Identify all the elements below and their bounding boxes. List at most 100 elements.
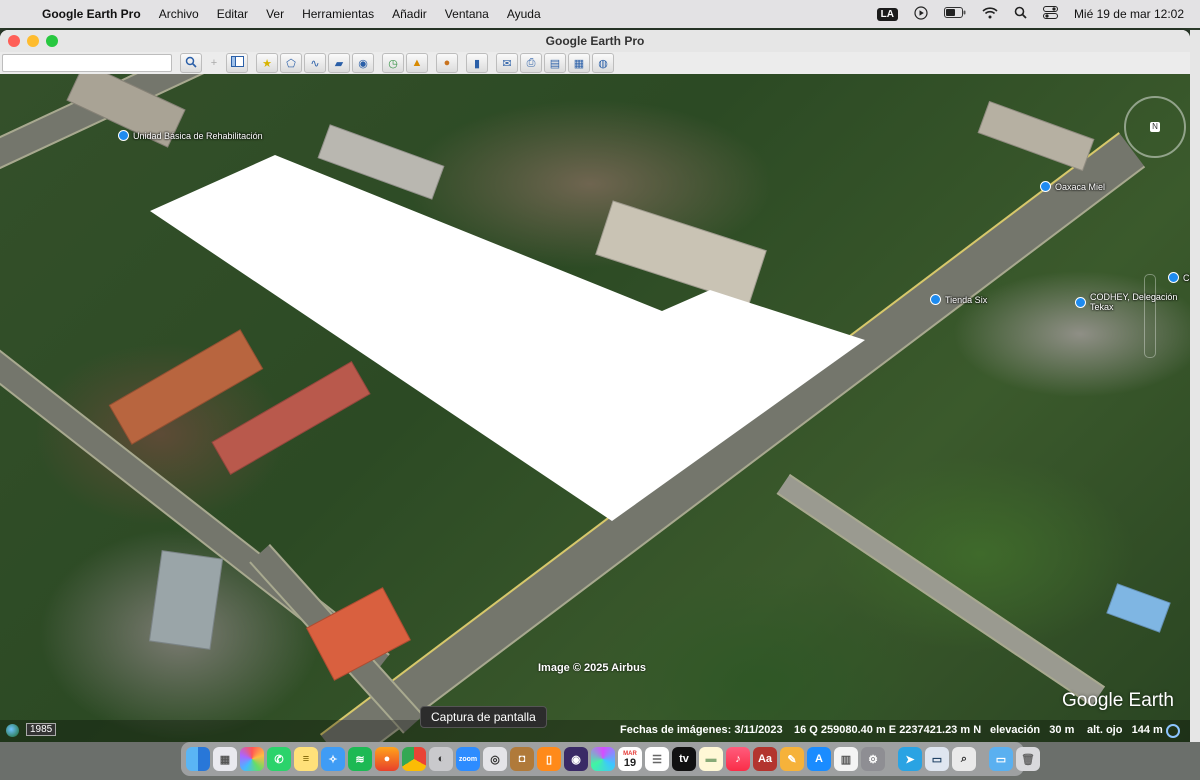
- siri-icon[interactable]: [591, 747, 615, 771]
- photos-icon[interactable]: [240, 747, 264, 771]
- wifi-icon[interactable]: [982, 6, 998, 22]
- parcel-shape: [150, 155, 865, 521]
- play-icon[interactable]: [914, 5, 928, 23]
- print-button[interactable]: ⎙: [520, 53, 542, 73]
- whatsapp-icon[interactable]: ✆: [267, 747, 291, 771]
- menu-archivo[interactable]: Archivo: [159, 7, 199, 21]
- elevation-readout: elevación 30 m: [990, 724, 1075, 736]
- notes-alt-icon[interactable]: ▬: [699, 747, 723, 771]
- ruler-button[interactable]: ▮: [466, 53, 488, 73]
- sidebar-toggle-button[interactable]: [226, 53, 248, 73]
- menu-ayuda[interactable]: Ayuda: [507, 7, 541, 21]
- north-icon[interactable]: N: [1150, 122, 1160, 132]
- safari-icon[interactable]: ✧: [321, 747, 345, 771]
- reminders-icon[interactable]: ☰: [645, 747, 669, 771]
- search-button[interactable]: [180, 53, 202, 73]
- historical-globe-icon[interactable]: [6, 724, 19, 737]
- map-icon: ▦: [573, 57, 585, 70]
- toolbar: + ★ ⬠ ∿ ▰ ◉ ◷ ▲ ● ▮ ✉ ⎙ ▤ ▦ ◍: [0, 52, 1190, 75]
- historical-imagery-button[interactable]: ◷: [382, 53, 404, 73]
- sidebar-icon: [230, 56, 244, 70]
- magnifier-icon: [185, 56, 197, 71]
- historical-year-badge[interactable]: 1985: [26, 723, 57, 736]
- path-icon: ∿: [310, 57, 320, 70]
- firefox-icon[interactable]: ●: [375, 747, 399, 771]
- notes-icon[interactable]: ≡: [294, 747, 318, 771]
- switch-to-sky-button[interactable]: ●: [436, 53, 458, 73]
- dictionary-icon[interactable]: Aa: [753, 747, 777, 771]
- menu-herramientas[interactable]: Herramientas: [302, 7, 374, 21]
- add-polygon-button[interactable]: ⬠: [280, 53, 302, 73]
- magnifier-icon[interactable]: ⌕: [952, 747, 976, 771]
- trash-icon[interactable]: 🗑: [1016, 747, 1040, 771]
- spotify-icon[interactable]: ≋: [348, 747, 372, 771]
- settings-icon[interactable]: ⚙: [861, 747, 885, 771]
- save-image-button[interactable]: ▤: [544, 53, 566, 73]
- pin-icon: [1075, 296, 1086, 308]
- menu-anadir[interactable]: Añadir: [392, 7, 427, 21]
- apple-tv-icon[interactable]: tv: [672, 747, 696, 771]
- gallery-icon[interactable]: ▭: [925, 747, 949, 771]
- record-tour-button[interactable]: ◉: [352, 53, 374, 73]
- poi-codhey[interactable]: CODHEY, Delegación Tekax: [1075, 292, 1190, 312]
- placemark-icon: ★: [262, 57, 272, 70]
- add-path-button[interactable]: ∿: [304, 53, 326, 73]
- poi-label: CODHEY, Delegación Tekax: [1090, 292, 1178, 312]
- app-window: Google Earth Pro + ★ ⬠ ∿ ▰ ◉ ◷ ▲ ● ▮ ✉ ⎙…: [0, 30, 1190, 742]
- minimize-window-button[interactable]: [27, 35, 39, 47]
- music-icon[interactable]: ♪: [726, 747, 750, 771]
- apple-menu-icon[interactable]: [14, 6, 28, 22]
- books-icon[interactable]: ▯: [537, 747, 561, 771]
- menu-ventana[interactable]: Ventana: [445, 7, 489, 21]
- sunlight-button[interactable]: ▲: [406, 53, 428, 73]
- add-button[interactable]: +: [204, 54, 224, 72]
- launchpad-icon[interactable]: ▦: [213, 747, 237, 771]
- zoom-window-button[interactable]: [46, 35, 58, 47]
- earth-view[interactable]: Unidad Básica de Rehabilitación Oaxaca M…: [0, 74, 1190, 742]
- poi-tienda-six[interactable]: Tienda Six: [930, 294, 987, 305]
- folder-icon[interactable]: ▭: [989, 747, 1013, 771]
- telegram-icon[interactable]: ➤: [898, 747, 922, 771]
- brown-app-icon[interactable]: ◘: [510, 747, 534, 771]
- finder-icon[interactable]: [186, 747, 210, 771]
- poi-ce[interactable]: Ce: [1168, 272, 1190, 283]
- poi-label: Tienda Six: [945, 294, 988, 305]
- pencil-app-icon[interactable]: ✎: [780, 747, 804, 771]
- add-placemark-button[interactable]: ★: [256, 53, 278, 73]
- battery-icon[interactable]: [943, 7, 966, 21]
- app-menu[interactable]: Google Earth Pro: [42, 7, 141, 21]
- navigation-ring[interactable]: N: [1124, 96, 1186, 158]
- screenshot-icon[interactable]: ◎: [483, 747, 507, 771]
- poi-oaxaca-miel[interactable]: Oaxaca Miel: [1040, 181, 1105, 192]
- zoom-slider[interactable]: [1144, 274, 1156, 358]
- right-scrollbar[interactable]: [1190, 30, 1200, 742]
- input-source-badge[interactable]: LA: [876, 7, 898, 21]
- add-overlay-button[interactable]: ▰: [328, 53, 350, 73]
- printer-icon: ⎙: [526, 56, 536, 69]
- view-in-maps-button[interactable]: ▦: [568, 53, 590, 73]
- calendar-icon[interactable]: MAR 19: [618, 747, 642, 771]
- spotlight-search-icon[interactable]: [1014, 6, 1027, 22]
- save-image-icon: ▤: [549, 57, 561, 70]
- app-store-icon[interactable]: A: [807, 747, 831, 771]
- close-window-button[interactable]: [8, 35, 20, 47]
- menu-ver[interactable]: Ver: [266, 7, 284, 21]
- pro-app-icon[interactable]: ◐: [429, 747, 453, 771]
- parcel-polygon[interactable]: [0, 74, 1190, 742]
- chrome-icon[interactable]: [402, 747, 426, 771]
- search-field[interactable]: [2, 54, 172, 72]
- poi-label: Ce: [1183, 272, 1190, 283]
- control-center-icon[interactable]: [1042, 6, 1058, 22]
- preview-icon[interactable]: ▥: [834, 747, 858, 771]
- coordinates-readout: 16 Q 259080.40 m E 2237421.23 m N: [794, 724, 982, 736]
- poi-label: Oaxaca Miel: [1055, 181, 1106, 192]
- clock[interactable]: Mié 19 de mar 12:02: [1074, 7, 1184, 21]
- streaming-indicator-icon: [1166, 724, 1180, 738]
- eye-altitude-readout: alt. ojo 144 m: [1087, 724, 1163, 736]
- earth-gallery-button[interactable]: ◍: [592, 53, 614, 73]
- email-button[interactable]: ✉: [496, 53, 518, 73]
- zoom-icon[interactable]: zoom: [456, 747, 480, 771]
- poi-unidad-basica[interactable]: Unidad Básica de Rehabilitación: [118, 130, 263, 141]
- screen-recorder-icon[interactable]: ◉: [564, 747, 588, 771]
- menu-editar[interactable]: Editar: [217, 7, 248, 21]
